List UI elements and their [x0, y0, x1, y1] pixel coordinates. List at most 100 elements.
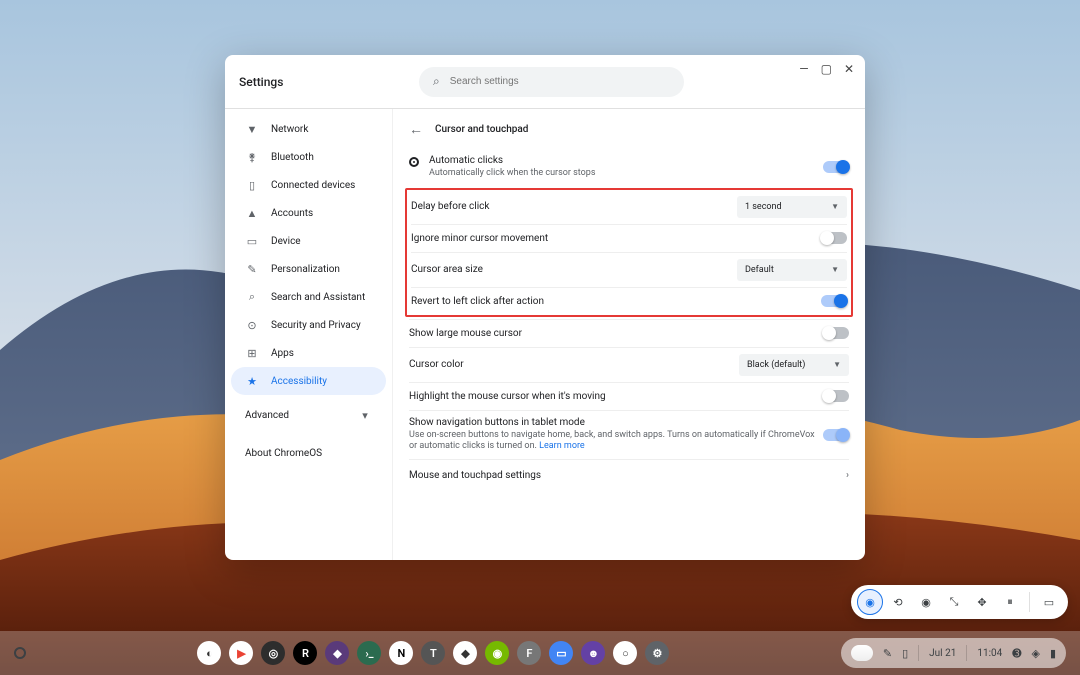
cursor-area-label: Cursor area size — [411, 264, 483, 275]
shelf-app-13[interactable]: ○ — [613, 641, 637, 665]
sidebar-item-connected-devices[interactable]: ▯Connected devices — [231, 171, 386, 199]
cursor-color-select[interactable]: Black (default)▼ — [739, 354, 849, 376]
sidebar-item-apps[interactable]: ⊞Apps — [231, 339, 386, 367]
person-icon: ▲ — [245, 207, 259, 220]
automatic-clicks-toggle[interactable] — [823, 161, 849, 173]
autoclick-scroll-button[interactable]: ✥ — [969, 589, 995, 615]
sidebar-item-accounts[interactable]: ▲Accounts — [231, 199, 386, 227]
cursor-area-select[interactable]: Default▼ — [737, 259, 847, 281]
shelf-app-7[interactable]: T — [421, 641, 445, 665]
delay-label: Delay before click — [411, 201, 489, 212]
laptop-icon: ▭ — [245, 235, 259, 248]
mouse-touchpad-settings-link[interactable]: Mouse and touchpad settings › — [409, 459, 849, 491]
app-title: Settings — [239, 75, 389, 89]
sidebar-item-bluetooth[interactable]: ⚵Bluetooth — [231, 143, 386, 171]
chevron-down-icon: ▼ — [831, 265, 839, 274]
large-cursor-toggle[interactable] — [823, 327, 849, 339]
autoclick-right-click-button[interactable]: ⟲ — [885, 589, 911, 615]
separator — [1029, 592, 1030, 612]
brush-icon: ✎ — [245, 263, 259, 276]
launcher-button[interactable] — [14, 647, 26, 659]
weather-icon — [851, 645, 873, 661]
main-content: ← Cursor and touchpad Automatic clicks A… — [393, 109, 865, 560]
shelf-app-0[interactable]: ◐ — [197, 641, 221, 665]
sidebar-item-network[interactable]: ▼Network — [231, 115, 386, 143]
notification-icon: ➌ — [1012, 647, 1021, 660]
chevron-right-icon: › — [846, 470, 849, 481]
chevron-down-icon: ▼ — [833, 360, 841, 369]
stylus-icon: ✎ — [883, 647, 892, 660]
shelf: ◐ ▶ ◎ R ◆ ›_ NT ◆ ◉ F ▭ ☻ ○ ⚙ ✎ ▯ Jul 21 11:04 ➌ ◈ ▮ — [0, 631, 1080, 675]
apps-icon: ⊞ — [245, 347, 259, 360]
system-tray[interactable]: ✎ ▯ Jul 21 11:04 ➌ ◈ ▮ — [841, 638, 1066, 668]
sidebar: ▼Network ⚵Bluetooth ▯Connected devices ▲… — [225, 109, 393, 560]
wifi-icon: ◈ — [1031, 647, 1039, 660]
autoclick-position-button[interactable]: ▭ — [1036, 589, 1062, 615]
page-title: Cursor and touchpad — [435, 124, 528, 135]
sidebar-item-about[interactable]: About ChromeOS — [231, 439, 386, 467]
sidebar-item-personalization[interactable]: ✎Personalization — [231, 255, 386, 283]
ignore-movement-label: Ignore minor cursor movement — [411, 233, 548, 244]
bullet-icon — [409, 157, 419, 167]
tray-time: 11:04 — [977, 648, 1002, 659]
highlight-cursor-toggle[interactable] — [823, 390, 849, 402]
shelf-app-8[interactable]: ◆ — [453, 641, 477, 665]
shelf-app-3[interactable]: R — [293, 641, 317, 665]
automatic-clicks-label: Automatic clicks — [429, 155, 595, 166]
phone-hub-icon: ▯ — [902, 647, 908, 660]
ignore-movement-toggle[interactable] — [821, 232, 847, 244]
large-cursor-label: Show large mouse cursor — [409, 328, 522, 339]
search-icon: ⌕ — [433, 74, 440, 89]
autoclick-double-click-button[interactable]: ◉ — [913, 589, 939, 615]
automatic-clicks-sub: Automatically click when the cursor stop… — [429, 168, 595, 180]
autoclick-left-click-button[interactable]: ◉ — [857, 589, 883, 615]
bluetooth-icon: ⚵ — [245, 151, 259, 164]
shelf-app-14[interactable]: ⚙ — [645, 641, 669, 665]
delay-select[interactable]: 1 second▼ — [737, 196, 847, 218]
autoclick-drag-button[interactable]: ⤡ — [941, 589, 967, 615]
shelf-app-4[interactable]: ◆ — [325, 641, 349, 665]
chevron-down-icon: ▾ — [358, 409, 372, 422]
highlight-cursor-label: Highlight the mouse cursor when it's mov… — [409, 391, 606, 402]
search-icon: ⌕ — [245, 290, 259, 304]
autoclick-pause-button[interactable]: ⏸ — [997, 589, 1023, 615]
shelf-app-1[interactable]: ▶ — [229, 641, 253, 665]
sidebar-item-accessibility[interactable]: ★Accessibility — [231, 367, 386, 395]
sidebar-item-search-assistant[interactable]: ⌕Search and Assistant — [231, 283, 386, 311]
settings-window: Settings ⌕ ▼Network ⚵Bluetooth ▯Connecte… — [225, 55, 865, 560]
window-controls: — ▢ ✕ — [799, 62, 854, 76]
shelf-app-2[interactable]: ◎ — [261, 641, 285, 665]
shelf-app-5[interactable]: ›_ — [357, 641, 381, 665]
cursor-color-label: Cursor color — [409, 359, 464, 370]
revert-label: Revert to left click after action — [411, 296, 544, 307]
tablet-nav-sub: Use on-screen buttons to navigate home, … — [409, 430, 823, 453]
minimize-button[interactable]: — — [799, 62, 808, 76]
sidebar-item-advanced[interactable]: Advanced▾ — [231, 401, 386, 429]
sidebar-item-security-privacy[interactable]: ⊙Security and Privacy — [231, 311, 386, 339]
shelf-app-10[interactable]: F — [517, 641, 541, 665]
tablet-nav-toggle[interactable] — [823, 429, 849, 441]
devices-icon: ▯ — [245, 179, 259, 192]
shelf-app-6[interactable]: N — [389, 641, 413, 665]
battery-icon: ▮ — [1050, 647, 1056, 660]
revert-toggle[interactable] — [821, 295, 847, 307]
tray-date: Jul 21 — [929, 648, 956, 659]
back-button[interactable]: ← — [409, 121, 423, 138]
shelf-app-9[interactable]: ◉ — [485, 641, 509, 665]
shelf-app-11[interactable]: ▭ — [549, 641, 573, 665]
maximize-button[interactable]: ▢ — [821, 62, 832, 76]
sidebar-item-device[interactable]: ▭Device — [231, 227, 386, 255]
shelf-app-12[interactable]: ☻ — [581, 641, 605, 665]
highlight-annotation: Delay before click 1 second▼ Ignore mino… — [405, 188, 853, 317]
wifi-icon: ▼ — [245, 123, 259, 136]
section-header: ← Cursor and touchpad — [393, 109, 865, 149]
search-input[interactable] — [450, 76, 670, 87]
close-button[interactable]: ✕ — [844, 62, 854, 76]
tablet-nav-label: Show navigation buttons in tablet mode — [409, 417, 823, 428]
shelf-apps: ◐ ▶ ◎ R ◆ ›_ NT ◆ ◉ F ▭ ☻ ○ ⚙ — [197, 641, 669, 665]
autoclick-toolbar: ◉ ⟲ ◉ ⤡ ✥ ⏸ ▭ — [851, 585, 1068, 619]
search-box[interactable]: ⌕ — [419, 67, 684, 97]
chevron-down-icon: ▼ — [831, 202, 839, 211]
learn-more-link[interactable]: Learn more — [539, 441, 585, 451]
accessibility-icon: ★ — [245, 375, 259, 388]
